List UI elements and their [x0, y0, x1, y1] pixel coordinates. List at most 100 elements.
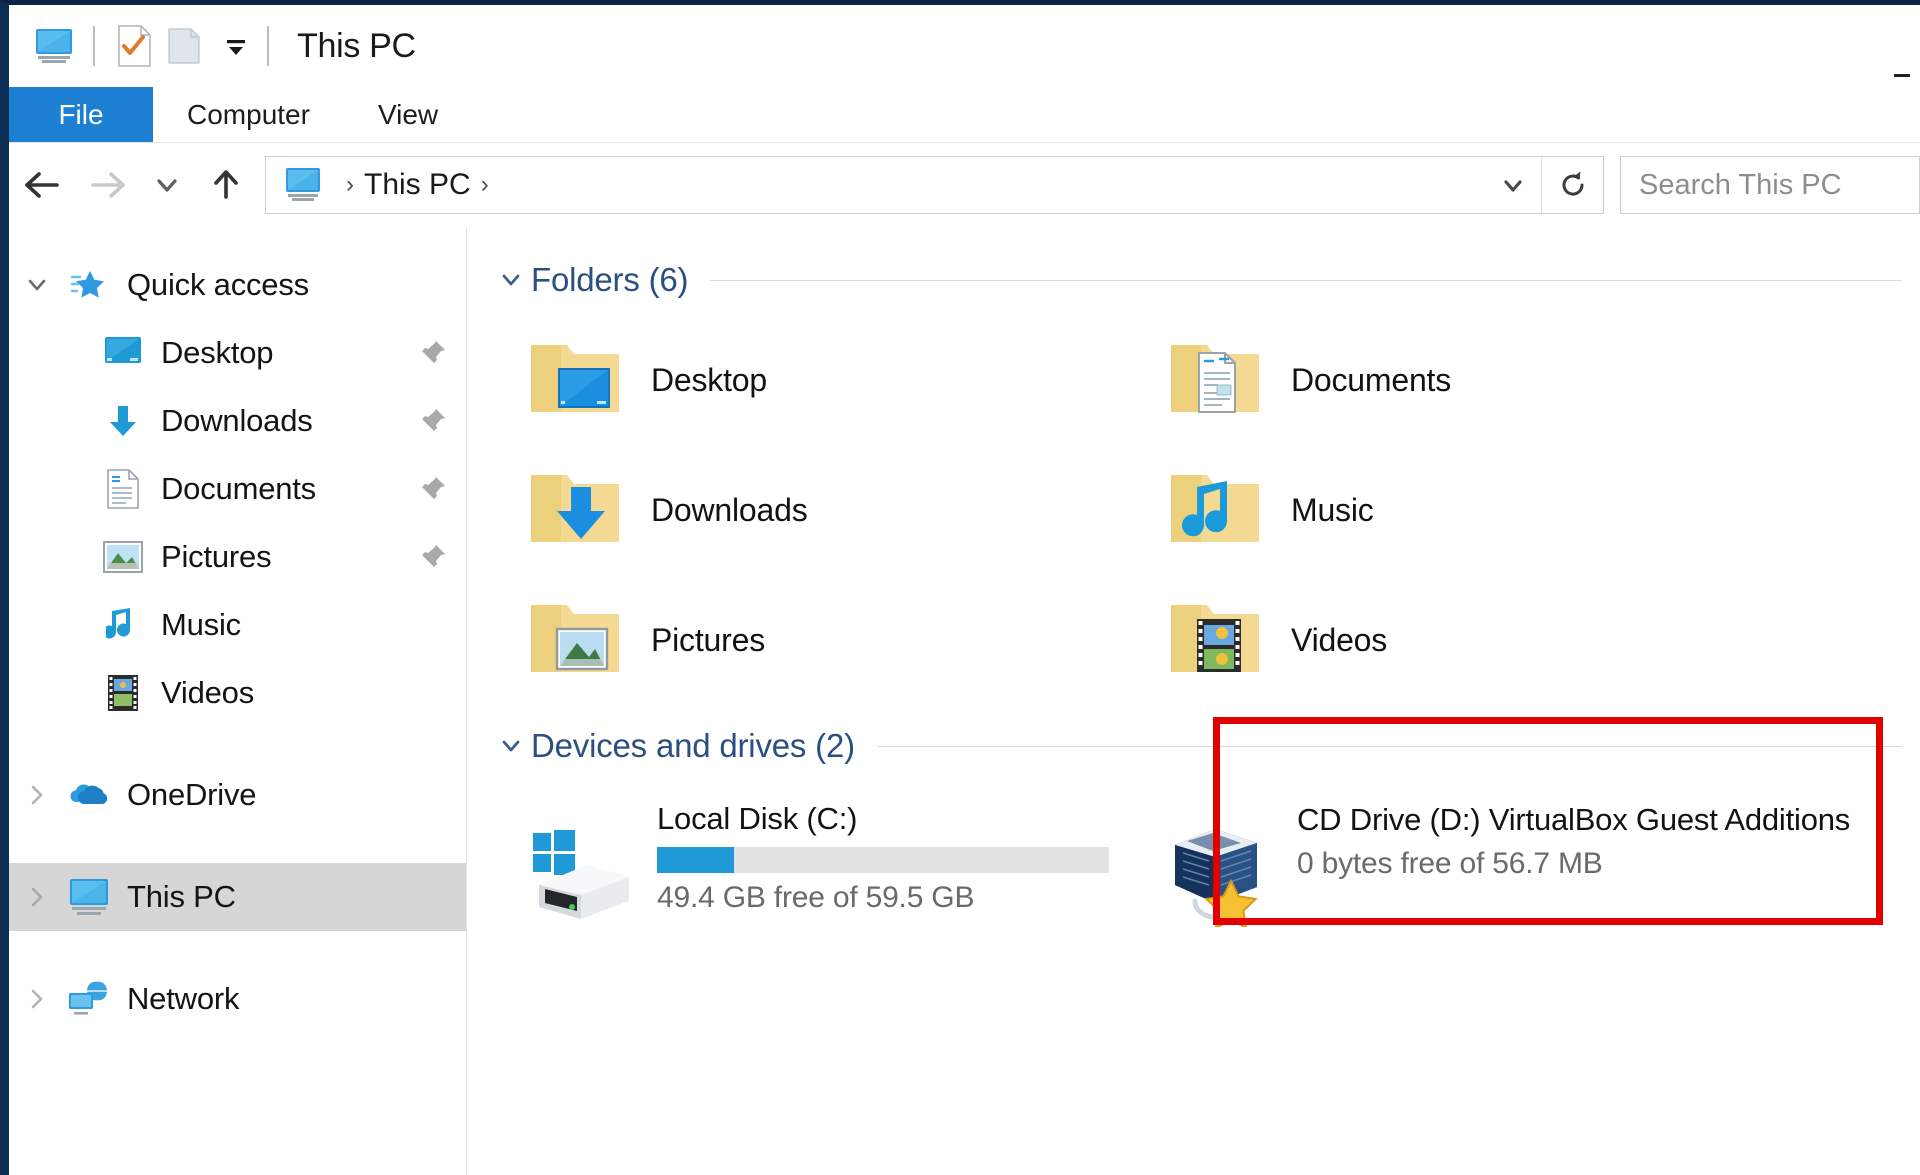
group-title: Folders (6) — [531, 261, 688, 299]
breadcrumb-separator-1[interactable]: › — [336, 171, 364, 199]
chevron-right-icon[interactable] — [9, 884, 65, 910]
group-divider — [710, 280, 1902, 281]
pictures-icon — [99, 533, 147, 581]
folder-item-pictures[interactable]: Pictures — [513, 575, 1153, 705]
window-title: This PC — [297, 27, 416, 66]
group-header-folders[interactable]: Folders (6) — [467, 249, 1920, 311]
sidebar-item-desktop[interactable]: Desktop — [9, 319, 466, 387]
sidebar-item-label: Quick access — [127, 267, 309, 303]
chevron-down-icon[interactable] — [491, 266, 531, 294]
sidebar-item-label: This PC — [127, 879, 236, 915]
folder-pictures-icon — [523, 588, 627, 692]
sidebar-item-label: Downloads — [161, 403, 313, 439]
sidebar-group-spacer — [9, 727, 466, 761]
pin-icon[interactable] — [416, 406, 450, 436]
folder-downloads-icon — [523, 458, 627, 562]
sidebar-item-pictures[interactable]: Pictures — [9, 523, 466, 591]
folder-videos-icon — [1163, 588, 1267, 692]
refresh-icon[interactable] — [1541, 157, 1603, 213]
sidebar-group-spacer — [9, 931, 466, 965]
recent-locations-chevron-icon[interactable] — [141, 152, 193, 218]
folder-documents-icon — [1163, 328, 1267, 432]
drive-name: CD Drive (D:) VirtualBox Guest Additions — [1297, 801, 1850, 839]
up-arrow-icon[interactable] — [193, 152, 259, 218]
tab-file[interactable]: File — [9, 87, 153, 142]
sidebar-item-label: OneDrive — [127, 777, 256, 813]
folder-item-videos[interactable]: Videos — [1153, 575, 1920, 705]
folder-label: Downloads — [651, 492, 808, 529]
breadcrumb-item-this-pc[interactable]: This PC — [364, 168, 471, 202]
breadcrumb-separator-2[interactable]: › — [471, 171, 499, 199]
capacity-bar-fill — [657, 847, 734, 873]
pin-icon[interactable] — [416, 542, 450, 572]
breadcrumb-this-pc-icon — [266, 166, 336, 204]
drives-grid: Local Disk (C:) 49.4 GB free of 59.5 GB — [467, 777, 1920, 963]
properties-checkmark-icon[interactable] — [109, 24, 159, 68]
local-disk-windows-icon — [523, 819, 639, 931]
new-folder-icon[interactable] — [159, 24, 209, 68]
title-divider — [267, 26, 269, 66]
videos-filmstrip-icon — [99, 669, 147, 717]
folders-grid: Desktop Documents — [467, 311, 1920, 705]
chevron-right-icon[interactable] — [9, 782, 65, 808]
capacity-bar — [657, 847, 1109, 873]
search-placeholder: Search This PC — [1621, 169, 1842, 202]
forward-arrow-icon — [75, 152, 141, 218]
chevron-right-icon[interactable] — [9, 986, 65, 1012]
sidebar-item-label: Desktop — [161, 335, 273, 371]
drive-info: CD Drive (D:) VirtualBox Guest Additions… — [1297, 795, 1850, 881]
minimize-button[interactable] — [1888, 53, 1916, 77]
virtualbox-guest-additions-cd-icon — [1163, 819, 1279, 931]
customize-quick-access-toolbar-button[interactable] — [219, 29, 253, 63]
folder-label: Desktop — [651, 362, 767, 399]
sidebar-item-music[interactable]: Music — [9, 591, 466, 659]
sidebar-item-network[interactable]: Network — [9, 965, 466, 1033]
ribbon-tab-strip: File Computer View — [9, 87, 1920, 142]
sidebar-group-spacer — [9, 829, 466, 863]
desktop-icon — [99, 329, 147, 377]
folder-label: Pictures — [651, 622, 765, 659]
this-pc-icon[interactable] — [29, 24, 79, 68]
folder-item-documents[interactable]: Documents — [1153, 315, 1920, 445]
address-breadcrumb-field[interactable]: › This PC › — [265, 156, 1604, 214]
sidebar-item-label: Music — [161, 607, 241, 643]
tab-view[interactable]: View — [344, 87, 472, 142]
folder-item-desktop[interactable]: Desktop — [513, 315, 1153, 445]
sidebar-item-quick-access[interactable]: Quick access — [9, 251, 466, 319]
sidebar-item-label: Pictures — [161, 539, 271, 575]
content-pane: Folders (6) Deskto — [467, 227, 1920, 1175]
chevron-down-icon[interactable] — [1485, 157, 1541, 213]
folder-music-icon — [1163, 458, 1267, 562]
navigation-pane: Quick access Desktop — [9, 227, 467, 1175]
tab-computer[interactable]: Computer — [153, 87, 344, 142]
drive-info: Local Disk (C:) 49.4 GB free of 59.5 GB — [657, 795, 1109, 915]
folder-label: Documents — [1291, 362, 1451, 399]
folder-label: Videos — [1291, 622, 1387, 659]
music-note-icon — [99, 601, 147, 649]
search-input[interactable]: Search This PC — [1620, 156, 1920, 214]
chevron-down-icon[interactable] — [9, 272, 65, 298]
group-title: Devices and drives (2) — [531, 727, 855, 765]
pin-icon[interactable] — [416, 338, 450, 368]
chevron-down-icon[interactable] — [491, 732, 531, 760]
pin-icon[interactable] — [416, 474, 450, 504]
sidebar-item-this-pc[interactable]: This PC — [9, 863, 466, 931]
onedrive-cloud-icon — [65, 771, 113, 819]
group-header-devices-and-drives[interactable]: Devices and drives (2) — [467, 715, 1920, 777]
back-arrow-icon[interactable] — [9, 152, 75, 218]
folder-label: Music — [1291, 492, 1374, 529]
drive-item-cd-drive-d[interactable]: CD Drive (D:) VirtualBox Guest Additions… — [1153, 783, 1920, 963]
sidebar-item-onedrive[interactable]: OneDrive — [9, 761, 466, 829]
sidebar-item-label: Documents — [161, 471, 316, 507]
folder-item-music[interactable]: Music — [1153, 445, 1920, 575]
sidebar-item-videos[interactable]: Videos — [9, 659, 466, 727]
group-divider — [877, 746, 1902, 747]
sidebar-item-downloads[interactable]: Downloads — [9, 387, 466, 455]
drive-item-local-disk-c[interactable]: Local Disk (C:) 49.4 GB free of 59.5 GB — [513, 783, 1153, 963]
drive-name: Local Disk (C:) — [657, 801, 1109, 837]
sidebar-item-documents[interactable]: Documents — [9, 455, 466, 523]
pinned-star-icon — [65, 261, 113, 309]
sidebar-item-label: Videos — [161, 675, 254, 711]
folder-item-downloads[interactable]: Downloads — [513, 445, 1153, 575]
explorer-body: Quick access Desktop — [9, 227, 1920, 1175]
